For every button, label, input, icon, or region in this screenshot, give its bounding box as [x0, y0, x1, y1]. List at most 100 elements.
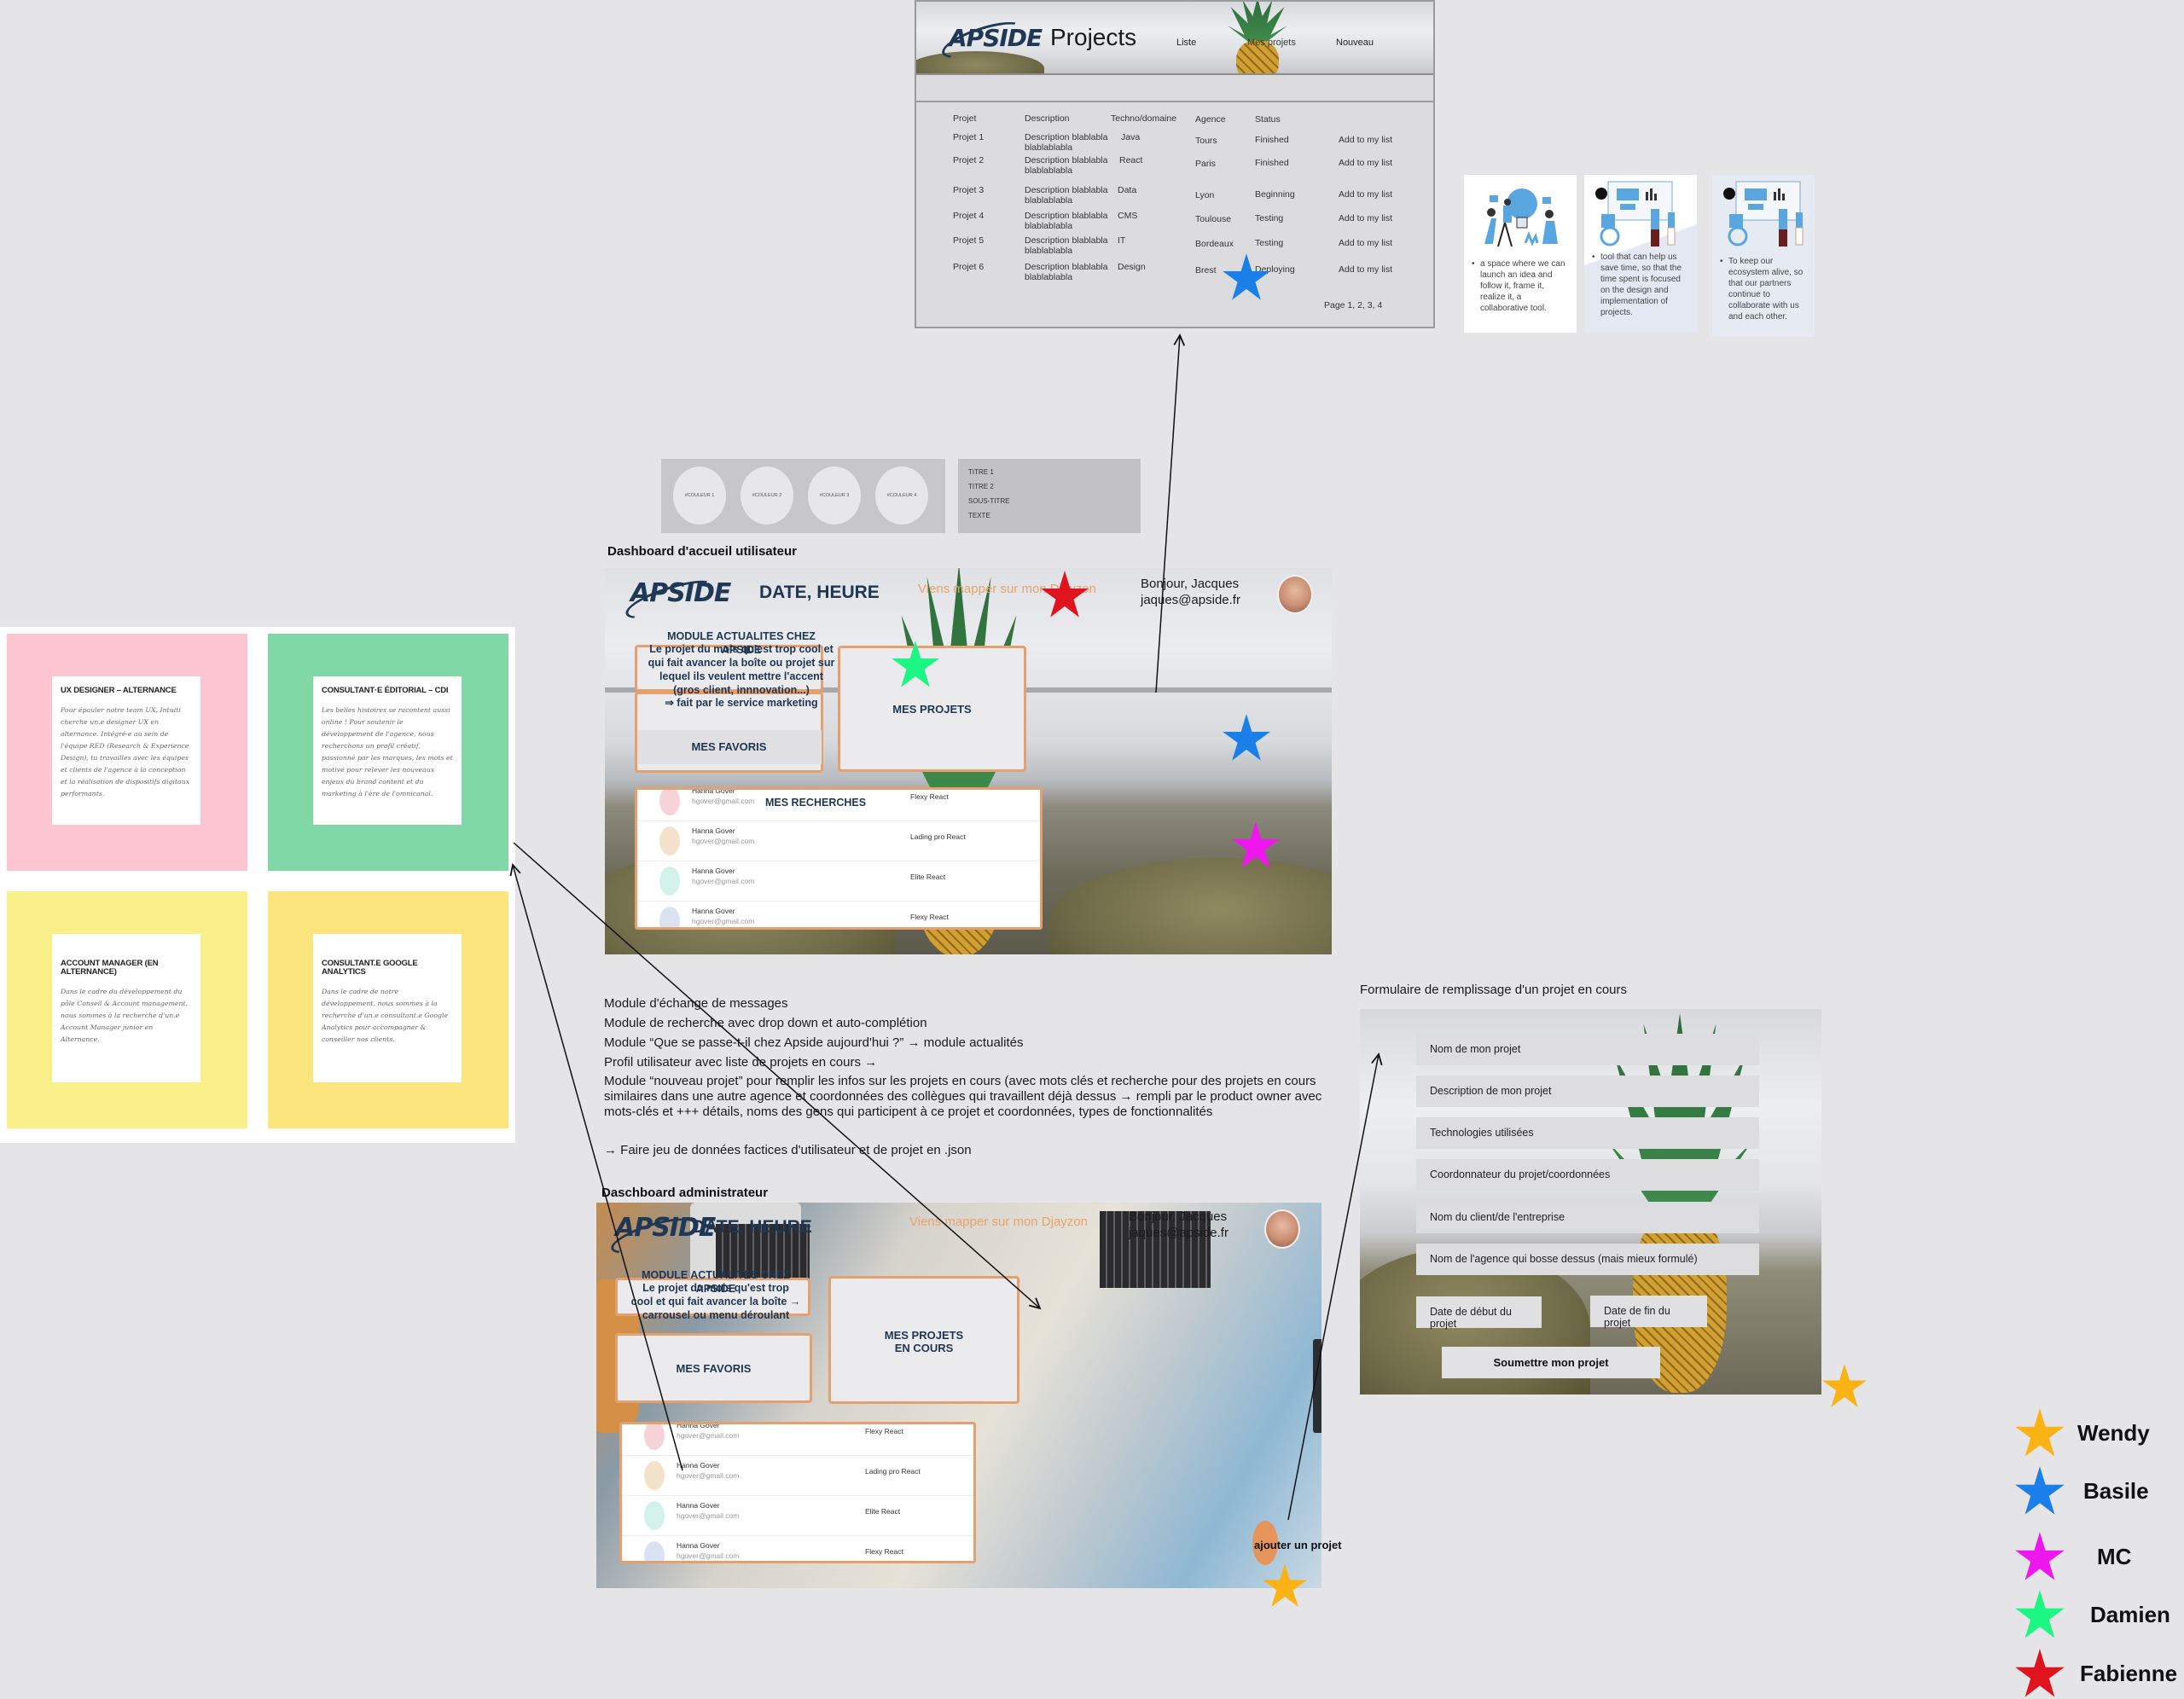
legend-name: Wendy	[2077, 1420, 2150, 1446]
favorites-label[interactable]: MES FAVORIS	[615, 1362, 812, 1375]
person-email: hgover@gmail.com	[692, 837, 755, 845]
projects-page-mockup: APSIDE Projects Liste Mes projets Nouvea…	[915, 0, 1435, 328]
illustration-text: a space where we can launch an idea and …	[1472, 258, 1571, 314]
job-description: Pour épauler notre team UX, Intuiti cher…	[61, 706, 190, 797]
color-swatches-panel: #COULEUR 1 #COULEUR 2 #COULEUR 3 #COULEU…	[661, 459, 945, 533]
row-project: Elite React	[865, 1507, 901, 1516]
add-to-list-button[interactable]: Add to my list	[1339, 213, 1392, 223]
add-project-label[interactable]: ajouter un projet	[1254, 1539, 1342, 1551]
project-techno: Java	[1121, 132, 1141, 142]
search-row[interactable]: Hanna Gover hgover@gmail.com Elite React…	[622, 1496, 973, 1536]
form-field[interactable]: Nom de l'agence qui bosse dessus (mais m…	[1416, 1244, 1759, 1275]
job-description: Dans le cadre du développement du pôle C…	[61, 988, 189, 1043]
form-field[interactable]: Nom de mon projet	[1416, 1034, 1759, 1065]
search-row[interactable]: Hanna Gover hgover@gmail.com Flexy React…	[622, 1422, 973, 1456]
project-name[interactable]: Projet 5	[953, 235, 984, 246]
project-description: Description blablabla blablablabla	[1025, 155, 1108, 176]
legend-name: Basile	[2083, 1478, 2149, 1504]
note-line: Module de recherche avec drop down et au…	[604, 1016, 927, 1030]
dashboard-user-title: Dashboard d'accueil utilisateur	[607, 544, 797, 559]
submit-project-button[interactable]: Soumettre mon projet	[1442, 1347, 1660, 1378]
project-status: Finished	[1255, 135, 1289, 145]
my-searches-label[interactable]: MES RECHERCHES	[765, 797, 866, 809]
job-offer-card[interactable]: CONSULTANT·E ÉDITORIAL – CDI Les belles …	[313, 676, 462, 825]
person-name: Hanna Gover	[692, 907, 735, 915]
project-name[interactable]: Projet 2	[953, 155, 984, 165]
my-projects-label[interactable]: MES PROJETS	[838, 703, 1026, 716]
form-field[interactable]: Technologies utilisées	[1416, 1117, 1759, 1149]
apside-logo[interactable]: APSIDE	[949, 24, 1043, 52]
project-description: Description blablabla blablablabla	[1025, 132, 1108, 153]
legend-name: Damien	[2090, 1602, 2170, 1627]
color-swatch[interactable]: #COULEUR 1	[673, 467, 726, 525]
nav-mes-projets[interactable]: Mes projets	[1247, 38, 1296, 48]
mapper-link[interactable]: Viens mapper sur mon Djayzon	[909, 1215, 1088, 1229]
color-swatch[interactable]: #COULEUR 3	[808, 467, 861, 525]
job-offer-card[interactable]: UX DESIGNER – ALTERNANCE Pour épauler no…	[52, 676, 200, 825]
project-description: Description blablabla blablablabla	[1025, 185, 1108, 206]
apside-logo[interactable]: APSIDE	[630, 578, 731, 608]
color-swatch[interactable]: #COULEUR 4	[875, 467, 928, 525]
add-to-list-button[interactable]: Add to my list	[1339, 238, 1392, 248]
dashboard-team-illustration-icon	[1723, 181, 1804, 246]
typo-titre-1: TITRE 1	[968, 468, 994, 476]
start-date-field[interactable]: Date de début du projet	[1416, 1296, 1542, 1330]
project-name[interactable]: Projet 3	[953, 185, 984, 195]
person-name: Hanna Gover	[677, 1422, 720, 1429]
job-title: ACCOUNT MANAGER (EN ALTERNANCE)	[61, 959, 159, 977]
typo-titre-2: TITRE 2	[968, 483, 994, 490]
add-to-list-button[interactable]: Add to my list	[1339, 264, 1392, 275]
end-date-field[interactable]: Date de fin du projet	[1590, 1296, 1707, 1329]
news-text: Le projet du mois qu'est trop cool et qu…	[630, 1282, 801, 1321]
job-offer-card[interactable]: ACCOUNT MANAGER (EN ALTERNANCE) Dans le …	[52, 934, 200, 1082]
person-name: Hanna Gover	[692, 867, 735, 875]
note-line: Profil utilisateur avec liste de projets…	[604, 1055, 878, 1070]
search-row[interactable]: Hanna Gover hgover@gmail.com Flexy React…	[637, 902, 1040, 927]
annotation-star-icon	[1040, 570, 1089, 619]
form-field[interactable]: Coordonnateur du projet/coordonnées	[1416, 1159, 1759, 1191]
add-to-list-button[interactable]: Add to my list	[1339, 189, 1392, 200]
job-offer-tile[interactable]: CONSULTANT.E GOOGLE ANALYTICS Dans le ca…	[268, 891, 508, 1128]
search-row[interactable]: Hanna Gover hgover@gmail.com Lading pro …	[637, 821, 1040, 861]
job-offers-grid: UX DESIGNER – ALTERNANCE Pour épauler no…	[0, 627, 515, 1143]
project-name[interactable]: Projet 1	[953, 132, 984, 142]
search-row[interactable]: Hanna Gover hgover@gmail.com Elite React…	[637, 861, 1040, 902]
greeting-text: Bonjour, Jacques	[1129, 1209, 1228, 1224]
job-offer-tile[interactable]: ACCOUNT MANAGER (EN ALTERNANCE) Dans le …	[7, 891, 247, 1128]
person-avatar-icon	[644, 1461, 665, 1490]
favorites-label[interactable]: MES FAVORIS	[635, 740, 823, 753]
date-time: DATE, HEURE	[759, 583, 880, 602]
nav-nouveau[interactable]: Nouveau	[1336, 38, 1374, 48]
job-offer-card[interactable]: CONSULTANT.E GOOGLE ANALYTICS Dans le ca…	[313, 934, 462, 1082]
form-field[interactable]: Nom du client/de l'entreprise	[1416, 1202, 1759, 1233]
add-to-list-button[interactable]: Add to my list	[1339, 135, 1392, 145]
legend-name: Fabienne	[2080, 1661, 2178, 1686]
person-email: hgover@gmail.com	[677, 1431, 740, 1440]
color-swatch[interactable]: #COULEUR 2	[741, 467, 793, 525]
form-field[interactable]: Description de mon projet	[1416, 1076, 1759, 1107]
job-offer-tile[interactable]: CONSULTANT·E ÉDITORIAL – CDI Les belles …	[268, 634, 508, 871]
user-avatar[interactable]	[1264, 1209, 1300, 1249]
row-project: Flexy React	[865, 1547, 903, 1556]
add-to-list-button[interactable]: Add to my list	[1339, 158, 1392, 168]
search-row[interactable]: Hanna Gover hgover@gmail.com Flexy React…	[622, 1536, 973, 1561]
typo-texte: TEXTE	[968, 512, 990, 519]
project-techno: CMS	[1118, 211, 1138, 221]
project-name[interactable]: Projet 4	[953, 211, 984, 221]
project-techno: IT	[1118, 235, 1126, 246]
project-techno: Design	[1118, 262, 1146, 272]
pagination[interactable]: Page 1, 2, 3, 4	[1324, 300, 1382, 310]
rock-image	[1048, 858, 1332, 954]
search-row[interactable]: Hanna Gover hgover@gmail.com Lading pro …	[622, 1456, 973, 1496]
typo-sous-titre: SOUS-TITRE	[968, 497, 1010, 505]
my-current-projects-label[interactable]: MES PROJETS EN COURS	[828, 1329, 1019, 1354]
nav-liste[interactable]: Liste	[1176, 38, 1196, 48]
job-title: UX DESIGNER – ALTERNANCE	[61, 686, 177, 695]
note-json: → Faire jeu de données factices d'utilis…	[604, 1143, 972, 1157]
user-avatar[interactable]	[1277, 575, 1313, 614]
project-agence: Lyon	[1195, 190, 1215, 200]
note-line: Module d'échange de messages	[604, 996, 788, 1011]
row-project: Flexy React	[865, 1427, 903, 1435]
job-offer-tile[interactable]: UX DESIGNER – ALTERNANCE Pour épauler no…	[7, 634, 247, 871]
project-name[interactable]: Projet 6	[953, 262, 984, 272]
